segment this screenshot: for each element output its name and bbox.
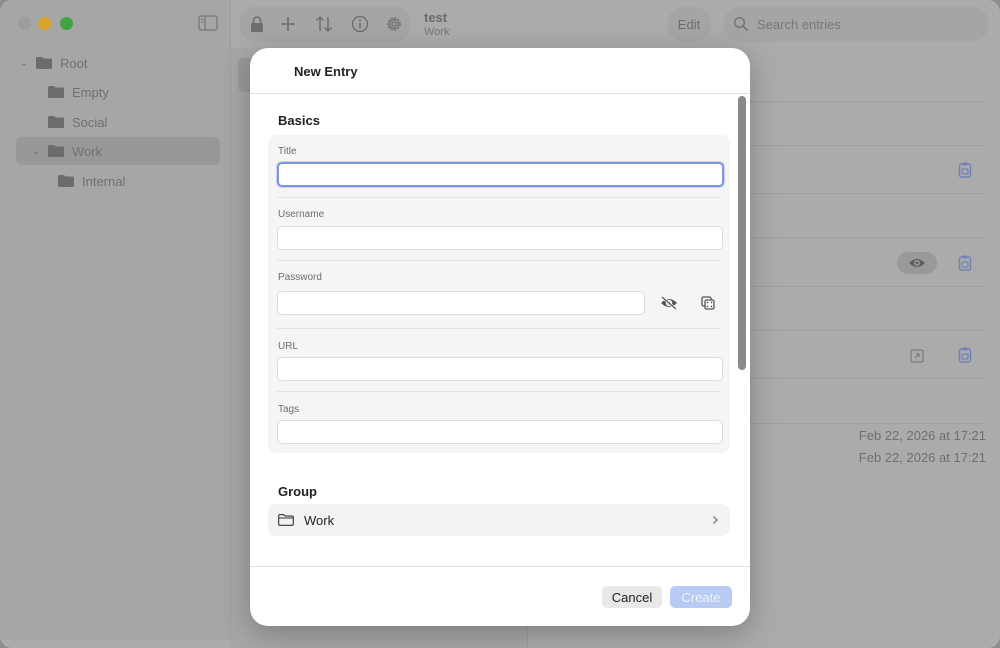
copy-icon[interactable] <box>956 254 974 272</box>
sheet-title: New Entry <box>294 64 358 79</box>
chevron-down-icon[interactable]: ⌄ <box>28 146 44 157</box>
eye-slash-icon[interactable] <box>659 293 679 313</box>
tags-field[interactable] <box>277 420 723 444</box>
edit-button[interactable]: Edit <box>667 6 711 42</box>
group-section-title: Group <box>278 484 317 499</box>
sort-icon[interactable] <box>314 14 334 34</box>
sheet-body: Basics Title Username Password URL Tags … <box>250 94 750 566</box>
sheet-footer: Cancel Create <box>250 566 750 626</box>
sidebar-toggle-icon[interactable] <box>198 15 218 31</box>
modified-date: Feb 22, 2026 at 17:21 <box>858 450 986 465</box>
copy-icon[interactable] <box>956 161 974 179</box>
scrollbar-thumb[interactable] <box>738 96 746 370</box>
sidebar-item-label: Social <box>72 114 108 130</box>
search-placeholder: Search entries <box>757 16 841 32</box>
field-divider <box>277 391 721 392</box>
field-divider <box>277 260 721 261</box>
folder-icon <box>48 145 64 157</box>
sidebar-item-internal[interactable]: Internal <box>16 167 220 195</box>
chevron-down-icon[interactable]: ⌄ <box>16 58 32 69</box>
username-field[interactable] <box>277 226 723 250</box>
cancel-button[interactable]: Cancel <box>602 586 662 608</box>
folder-icon <box>36 57 52 69</box>
tags-label: Tags <box>278 404 300 415</box>
title-label: Title <box>278 146 297 157</box>
folder-icon <box>58 175 74 187</box>
sidebar-item-label: Internal <box>82 173 126 189</box>
copy-icon[interactable] <box>956 346 974 364</box>
sidebar: ⌄ Root Empty Social ⌄ Work Internal <box>0 0 231 640</box>
search-field[interactable]: Search entries <box>723 6 989 42</box>
password-field[interactable] <box>277 291 645 315</box>
minimize-window-button[interactable] <box>38 17 51 30</box>
sidebar-item-root[interactable]: ⌄ Root <box>16 49 220 77</box>
window-title: test <box>424 10 448 25</box>
url-label: URL <box>278 341 299 352</box>
field-divider <box>277 197 721 198</box>
sidebar-item-social[interactable]: Social <box>16 108 220 136</box>
sidebar-item-label: Root <box>60 55 88 71</box>
close-window-button[interactable] <box>18 17 31 30</box>
eye-icon <box>909 259 925 267</box>
app-window: ⌄ Root Empty Social ⌄ Work Internal test… <box>0 0 1000 648</box>
password-label: Password <box>278 272 322 283</box>
generate-password-icon[interactable] <box>698 293 718 313</box>
basics-card: Title Username Password URL Tags <box>268 135 730 453</box>
group-value: Work <box>304 512 335 528</box>
add-entry-icon[interactable] <box>278 14 298 34</box>
username-label: Username <box>278 209 325 220</box>
basics-section-title: Basics <box>278 113 320 128</box>
folder-icon <box>278 514 294 526</box>
folder-icon <box>48 86 64 98</box>
group-picker[interactable]: Work <box>268 504 730 536</box>
sidebar-item-empty[interactable]: Empty <box>16 78 220 106</box>
sidebar-item-label: Empty <box>72 84 109 100</box>
chevron-right-icon <box>713 516 718 524</box>
window-subtitle: Work <box>424 26 450 38</box>
sidebar-item-label: Work <box>72 143 103 159</box>
toolbar: test Work Edit Search entries <box>231 0 1000 48</box>
gear-icon[interactable] <box>384 14 404 34</box>
folder-icon <box>48 116 64 128</box>
info-icon[interactable] <box>350 14 370 34</box>
search-icon <box>733 16 749 32</box>
url-field[interactable] <box>277 357 723 381</box>
sheet-header: New Entry <box>250 48 750 94</box>
field-divider <box>277 328 721 329</box>
open-url-icon[interactable] <box>908 347 926 365</box>
lock-icon[interactable] <box>247 14 267 34</box>
sidebar-item-work[interactable]: ⌄ Work <box>16 137 220 165</box>
new-entry-sheet: New Entry Basics Title Username Password <box>250 48 750 626</box>
created-date: Feb 22, 2026 at 17:21 <box>858 428 986 443</box>
create-button[interactable]: Create <box>670 586 732 608</box>
title-field[interactable] <box>277 162 724 187</box>
zoom-window-button[interactable] <box>60 17 73 30</box>
